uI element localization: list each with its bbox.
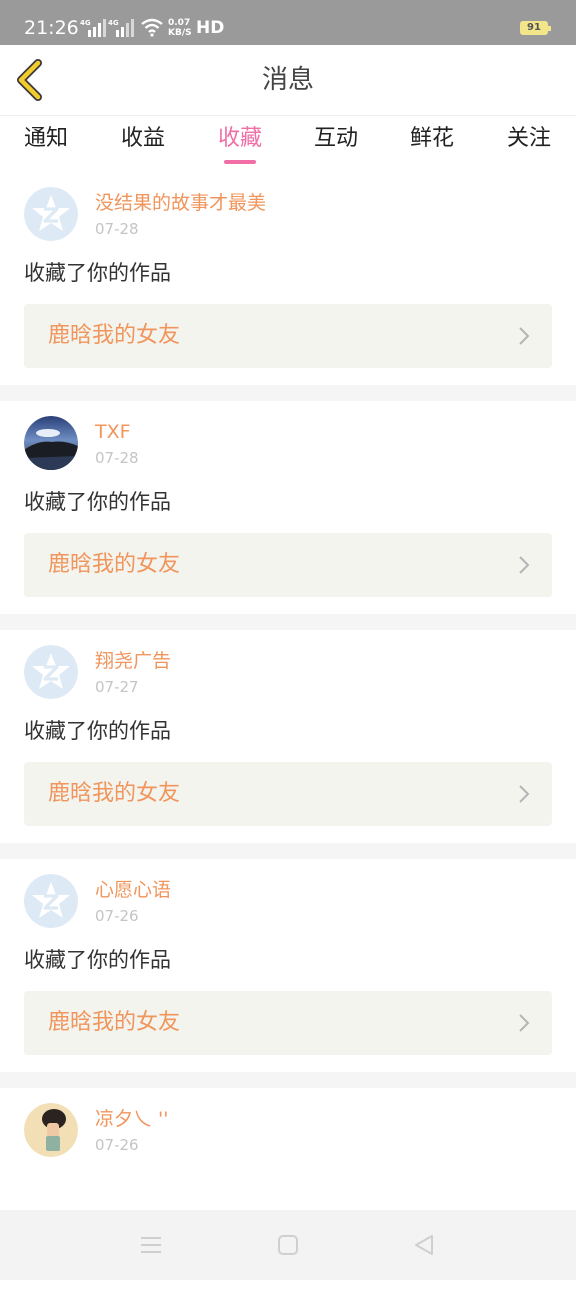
message-item: TXF 07-28 收藏了你的作品 鹿晗我的女友 <box>0 401 576 614</box>
message-action-text: 收藏了你的作品 <box>24 490 171 514</box>
tab-bar: 通知 收益 收藏 互动 鲜花 关注 <box>0 116 576 172</box>
message-item: 没结果的故事才最美 07-28 收藏了你的作品 鹿晗我的女友 <box>0 172 576 385</box>
message-item: 翔尧广告 07-27 收藏了你的作品 鹿晗我的女友 <box>0 630 576 843</box>
user-name[interactable]: 心愿心语 <box>95 879 171 901</box>
message-date: 07-26 <box>95 1136 139 1154</box>
user-name[interactable]: 没结果的故事才最美 <box>95 192 266 214</box>
active-tab-indicator <box>224 160 256 164</box>
hd-indicator: HD <box>196 18 225 38</box>
tab-notifications[interactable]: 通知 <box>24 126 68 152</box>
divider <box>0 843 576 859</box>
user-name[interactable]: 翔尧广告 <box>95 650 171 672</box>
battery-tip <box>548 26 551 31</box>
message-list: 没结果的故事才最美 07-28 收藏了你的作品 鹿晗我的女友 TXF 07-28… <box>0 172 576 1301</box>
user-name[interactable]: 凉夕乀 '' <box>95 1108 169 1130</box>
message-action-text: 收藏了你的作品 <box>24 948 171 972</box>
figure-photo-avatar[interactable] <box>24 1103 78 1157</box>
work-link[interactable]: 鹿晗我的女友 <box>24 304 552 368</box>
svg-text:4G: 4G <box>108 19 119 27</box>
message-action-text: 收藏了你的作品 <box>24 719 171 743</box>
chevron-right-icon <box>519 785 530 803</box>
speed-unit: KB/S <box>168 28 192 38</box>
divider <box>0 614 576 630</box>
battery-level: 91 <box>527 22 541 33</box>
default-avatar-icon[interactable] <box>24 874 78 928</box>
message-date: 07-26 <box>95 907 139 925</box>
tab-earnings[interactable]: 收益 <box>121 126 165 152</box>
message-item: 心愿心语 07-26 收藏了你的作品 鹿晗我的女友 <box>0 859 576 1072</box>
tab-flowers[interactable]: 鲜花 <box>410 126 454 152</box>
work-link[interactable]: 鹿晗我的女友 <box>24 762 552 826</box>
message-date: 07-28 <box>95 220 139 238</box>
chevron-right-icon <box>519 327 530 345</box>
signal-icon: 4G <box>108 19 134 37</box>
work-link[interactable]: 鹿晗我的女友 <box>24 533 552 597</box>
work-title: 鹿晗我的女友 <box>48 781 181 806</box>
landscape-photo-avatar[interactable] <box>24 416 78 470</box>
chevron-right-icon <box>519 1014 530 1032</box>
menu-icon[interactable] <box>139 1234 163 1256</box>
default-avatar-icon[interactable] <box>24 187 78 241</box>
work-title: 鹿晗我的女友 <box>48 323 181 348</box>
message-action-text: 收藏了你的作品 <box>24 261 171 285</box>
svg-text:4G: 4G <box>80 19 91 27</box>
tab-favorites[interactable]: 收藏 <box>218 126 262 152</box>
speed-value: 0.07 <box>168 18 191 28</box>
user-name[interactable]: TXF <box>95 421 131 443</box>
network-speed: 0.07 KB/S <box>168 18 192 38</box>
home-icon[interactable] <box>276 1234 300 1256</box>
tab-interactions[interactable]: 互动 <box>314 126 358 152</box>
message-date: 07-27 <box>95 678 139 696</box>
message-date: 07-28 <box>95 449 139 467</box>
signal-icon: 4G <box>80 19 106 37</box>
divider <box>0 1072 576 1088</box>
work-title: 鹿晗我的女友 <box>48 552 181 577</box>
tab-following[interactable]: 关注 <box>507 126 551 152</box>
work-link[interactable]: 鹿晗我的女友 <box>24 991 552 1055</box>
default-avatar-icon[interactable] <box>24 645 78 699</box>
divider <box>0 385 576 401</box>
status-bar: 21:26 4G 4G 0.07 KB/S HD 91 <box>0 0 576 45</box>
work-title: 鹿晗我的女友 <box>48 1010 181 1035</box>
battery-icon: 91 <box>520 21 551 35</box>
wifi-icon <box>141 18 163 37</box>
header: 消息 <box>0 45 576 116</box>
chevron-right-icon <box>519 556 530 574</box>
system-nav-bar <box>0 1210 576 1280</box>
status-time: 21:26 <box>24 17 79 39</box>
page-title: 消息 <box>261 65 314 95</box>
back-nav-icon[interactable] <box>412 1234 436 1256</box>
